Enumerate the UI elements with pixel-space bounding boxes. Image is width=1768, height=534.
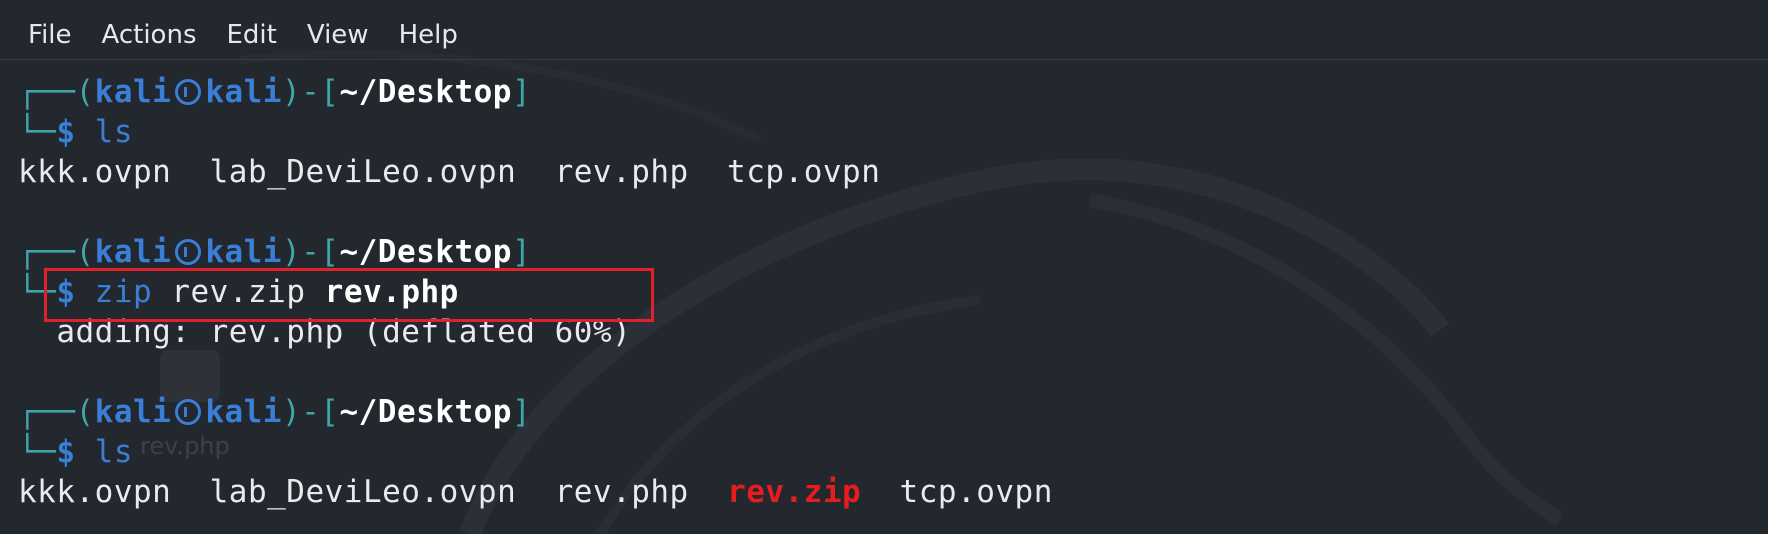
prompt-line-1: ┌──(kali kali)-[~/Desktop] [18, 74, 532, 110]
desktop-file-label: rev.php [140, 432, 230, 460]
menu-actions[interactable]: Actions [102, 10, 197, 50]
prompt-dir: ~/Desktop [339, 74, 512, 110]
menu-bar: File Actions Edit View Help [0, 0, 1768, 60]
prompt-line-2: ┌──(kali kali)-[~/Desktop] [18, 234, 532, 270]
zip-file-entry: rev.zip [727, 474, 862, 510]
menu-view[interactable]: View [307, 10, 369, 50]
command-highlight-box [44, 268, 654, 322]
output-line-1: kkk.ovpn lab_DeviLeo.ovpn rev.php tcp.ov… [18, 154, 881, 190]
output-line-3: kkk.ovpn lab_DeviLeo.ovpn rev.php rev.zi… [18, 474, 1053, 510]
prompt-host: kali [205, 74, 282, 110]
menu-file[interactable]: File [28, 10, 72, 50]
kali-logo-icon [175, 79, 202, 105]
command-ls-2: ls [94, 434, 133, 470]
kali-logo-icon [175, 239, 202, 265]
menu-edit[interactable]: Edit [227, 10, 277, 50]
command-ls-1: ls [94, 114, 133, 150]
command-line-1: └─$ ls [18, 114, 133, 150]
kali-logo-icon [175, 399, 202, 425]
prompt-user: kali [94, 74, 172, 110]
prompt-line-3: ┌──(kali kali)-[~/Desktop] [18, 394, 532, 430]
command-line-3: └─$ ls [18, 434, 133, 470]
menu-help[interactable]: Help [399, 10, 458, 50]
